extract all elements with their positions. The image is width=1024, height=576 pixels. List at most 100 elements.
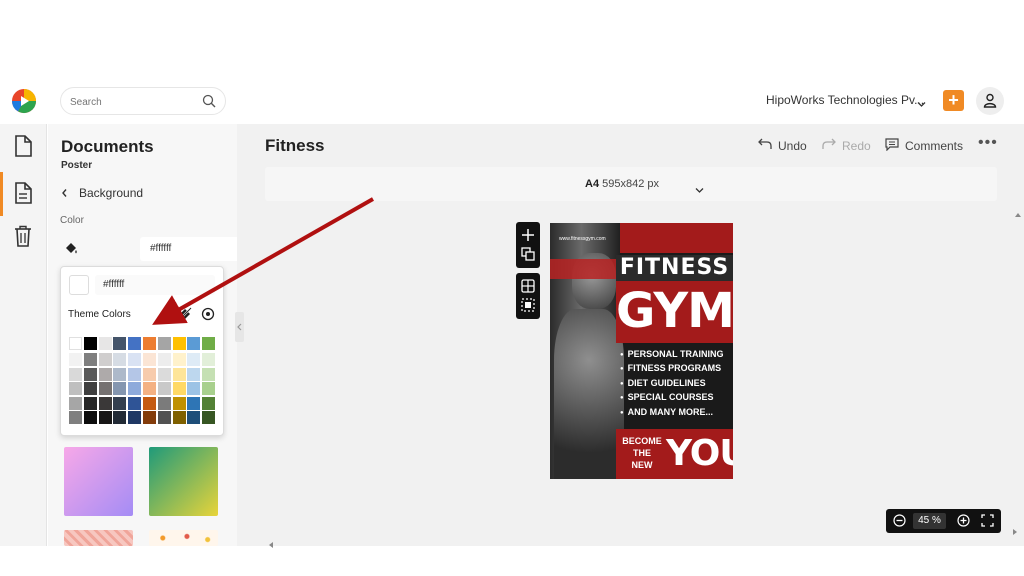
rail-trash[interactable] [0, 216, 47, 256]
theme-color-swatch[interactable] [157, 396, 171, 410]
theme-color-swatch[interactable] [83, 337, 97, 350]
theme-color-swatch[interactable] [83, 353, 97, 366]
theme-color-swatch[interactable] [113, 367, 127, 381]
pattern-thumb-fruit[interactable] [149, 530, 218, 546]
theme-color-swatch[interactable] [128, 367, 142, 381]
panel-title: Documents [61, 137, 154, 156]
theme-color-swatch[interactable] [187, 337, 201, 350]
theme-color-swatch[interactable] [172, 396, 186, 410]
theme-color-swatch[interactable] [187, 367, 201, 381]
theme-color-swatch[interactable] [69, 411, 82, 424]
theme-color-swatch[interactable] [128, 337, 142, 350]
poster-gym-box: GYM [616, 281, 733, 343]
rail-document-details[interactable] [0, 173, 47, 213]
gradient-thumb-pink-purple[interactable] [64, 447, 133, 516]
theme-color-swatch[interactable] [113, 382, 127, 395]
custom-color-icon[interactable] [201, 307, 215, 326]
page-size-selector[interactable]: A4 595x842 px [265, 167, 997, 201]
theme-color-swatch[interactable] [187, 353, 201, 366]
theme-color-swatch[interactable] [172, 411, 186, 424]
poster-canvas[interactable]: www.fitnessgym.com FITNESS GYM PERSONAL … [550, 223, 733, 479]
theme-color-swatch[interactable] [98, 353, 112, 366]
theme-color-swatch[interactable] [172, 367, 186, 381]
zoom-unit: % [932, 515, 941, 526]
scroll-left-arrow[interactable] [268, 536, 274, 554]
grid-icon[interactable] [521, 279, 535, 293]
theme-color-swatch[interactable] [128, 411, 142, 424]
theme-color-swatch[interactable] [157, 353, 171, 366]
theme-color-swatch[interactable] [69, 382, 82, 395]
theme-color-swatch[interactable] [69, 353, 82, 366]
comments-button[interactable]: Comments [885, 138, 963, 154]
theme-color-swatch[interactable] [172, 337, 186, 350]
zoom-value[interactable]: 45 % [913, 513, 946, 529]
undo-button[interactable]: Undo [758, 138, 807, 153]
theme-color-swatch[interactable] [157, 337, 171, 350]
theme-color-swatch[interactable] [98, 396, 112, 410]
scroll-up-arrow[interactable] [1014, 205, 1022, 223]
chevron-left-icon [61, 187, 68, 201]
theme-color-swatch[interactable] [98, 411, 112, 424]
theme-color-swatch[interactable] [187, 382, 201, 395]
theme-color-swatch[interactable] [157, 382, 171, 395]
comment-icon [885, 138, 899, 152]
theme-color-swatch[interactable] [83, 382, 97, 395]
rail-documents[interactable] [0, 126, 47, 166]
theme-color-swatch[interactable] [143, 337, 156, 350]
theme-color-swatch[interactable] [113, 353, 127, 366]
theme-color-swatch[interactable] [187, 411, 201, 424]
theme-color-swatch[interactable] [98, 337, 112, 350]
theme-color-swatch[interactable] [157, 411, 171, 424]
zoom-in-icon[interactable] [957, 514, 970, 532]
pattern-thumb-floral[interactable] [64, 530, 133, 546]
add-page-icon[interactable] [521, 228, 535, 242]
theme-color-swatch[interactable] [143, 382, 156, 395]
gradient-thumb-green-yellow[interactable] [149, 447, 218, 516]
theme-color-swatch[interactable] [202, 337, 216, 350]
theme-color-swatch[interactable] [128, 396, 142, 410]
duplicate-page-icon[interactable] [521, 247, 535, 261]
theme-color-swatch[interactable] [172, 353, 186, 366]
poster-bottom-box: BECOME THE NEW YOU [616, 429, 733, 479]
theme-color-swatch[interactable] [98, 367, 112, 381]
popover-hex-field[interactable]: #ffffff [95, 275, 215, 295]
theme-color-swatch[interactable] [157, 367, 171, 381]
select-area-icon[interactable] [521, 298, 535, 312]
theme-color-swatch[interactable] [69, 367, 82, 381]
fullscreen-icon[interactable] [981, 514, 994, 532]
theme-color-swatch[interactable] [202, 367, 216, 381]
zoom-out-icon[interactable] [893, 514, 906, 532]
theme-color-swatch[interactable] [128, 382, 142, 395]
document-title[interactable]: Fitness [265, 136, 325, 156]
theme-color-swatch[interactable] [202, 396, 216, 410]
no-fill-icon[interactable] [178, 307, 192, 326]
theme-color-swatch[interactable] [143, 353, 156, 366]
theme-color-swatch[interactable] [143, 411, 156, 424]
theme-color-swatch[interactable] [187, 396, 201, 410]
theme-color-swatch[interactable] [143, 396, 156, 410]
panel-collapse-handle[interactable] [235, 312, 244, 342]
theme-color-swatch[interactable] [69, 396, 82, 410]
theme-color-swatch[interactable] [83, 411, 97, 424]
comments-label: Comments [905, 139, 964, 153]
theme-color-swatch[interactable] [113, 411, 127, 424]
theme-color-swatch[interactable] [143, 367, 156, 381]
theme-color-swatch[interactable] [128, 353, 142, 366]
theme-color-swatch[interactable] [202, 353, 216, 366]
theme-color-swatch[interactable] [113, 396, 127, 410]
theme-color-swatch[interactable] [83, 367, 97, 381]
theme-color-swatch[interactable] [83, 396, 97, 410]
theme-color-swatch[interactable] [202, 382, 216, 395]
poster-list-item: PERSONAL TRAINING [620, 349, 724, 359]
theme-color-swatch[interactable] [69, 337, 82, 350]
theme-color-swatch[interactable] [98, 382, 112, 395]
theme-color-swatch[interactable] [172, 382, 186, 395]
redo-button[interactable]: Redo [822, 138, 871, 153]
paint-bucket-icon[interactable] [64, 241, 78, 260]
page-actions-toolbar [516, 222, 540, 268]
current-color-swatch[interactable] [69, 275, 89, 295]
more-options-button[interactable]: ••• [978, 134, 998, 152]
theme-color-swatch[interactable] [202, 411, 216, 424]
theme-color-swatch[interactable] [113, 337, 127, 350]
scroll-right-arrow[interactable] [1012, 523, 1018, 541]
